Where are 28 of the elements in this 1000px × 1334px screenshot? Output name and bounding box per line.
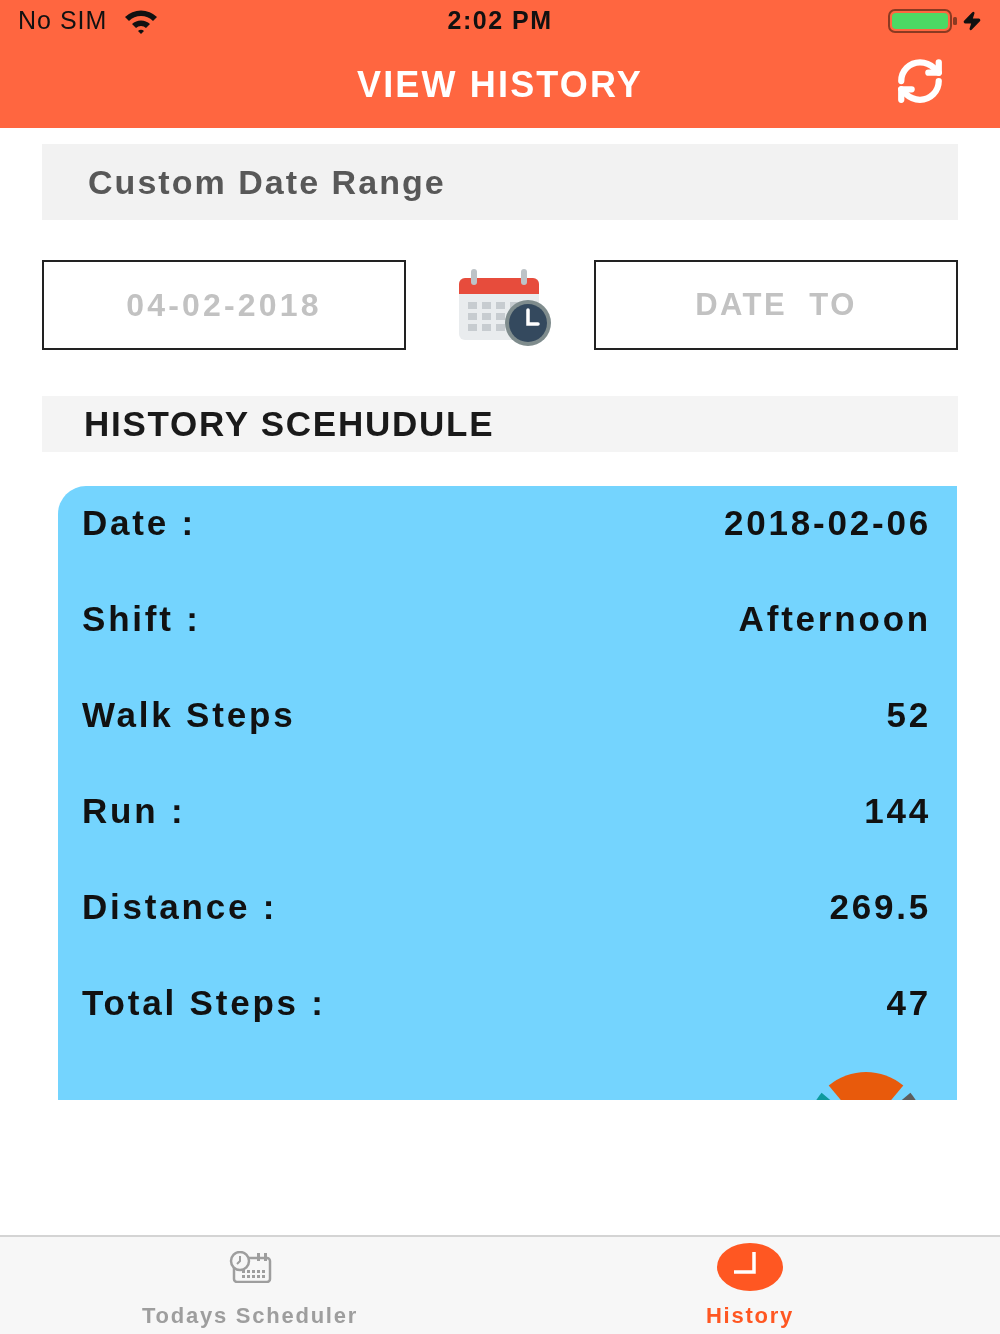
wifi-icon bbox=[123, 8, 160, 34]
tab-item[interactable]: History bbox=[500, 1237, 1000, 1334]
field-label: Date : bbox=[82, 501, 197, 544]
field-label: Run : bbox=[82, 789, 186, 832]
date-to-field[interactable]: DATE TO bbox=[594, 260, 958, 350]
section-title: HISTORY SCEHUDULE bbox=[84, 402, 495, 445]
page-title: VIEW HISTORY bbox=[357, 63, 643, 107]
clock-icon bbox=[716, 1242, 784, 1292]
calendar-clock-icon bbox=[228, 1251, 272, 1283]
carrier-label: No SIM bbox=[18, 5, 108, 37]
calendar-clock-icon[interactable] bbox=[457, 268, 553, 346]
date-from-field[interactable]: 04-02-2018 bbox=[42, 260, 406, 350]
field-label: Total Steps : bbox=[82, 981, 326, 1024]
field-label: Shift : bbox=[82, 597, 201, 640]
refresh-icon[interactable] bbox=[895, 56, 945, 106]
field-label: Distance : bbox=[82, 885, 278, 928]
battery-icon bbox=[888, 8, 958, 34]
field-value: 144 bbox=[864, 789, 931, 832]
field-value: 2018-02-06 bbox=[723, 501, 931, 544]
field-value: Afternoon bbox=[738, 597, 931, 640]
field-label: Walk Steps bbox=[82, 693, 296, 736]
section-title: Custom Date Range bbox=[88, 161, 446, 203]
clock-time: 2:02 PM bbox=[447, 5, 553, 37]
tab-item[interactable]: Todays Scheduler bbox=[0, 1237, 500, 1334]
field-value: 269.5 bbox=[829, 885, 931, 928]
field-value: 47 bbox=[886, 981, 931, 1024]
charging-bolt-icon bbox=[962, 11, 982, 31]
field-value: 52 bbox=[886, 693, 931, 736]
